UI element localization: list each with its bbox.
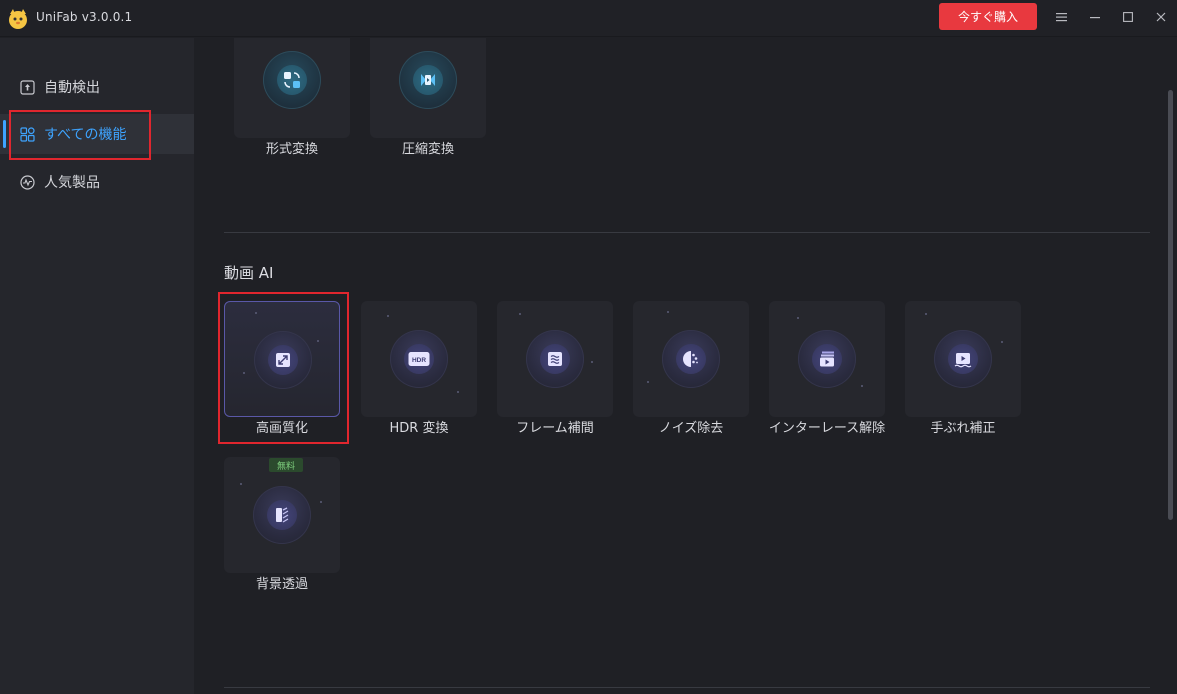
denoise-icon xyxy=(683,351,698,367)
decor-dot xyxy=(317,340,319,342)
feature-card-label: ノイズ除去 xyxy=(658,421,724,436)
app-logo-icon xyxy=(9,9,27,29)
section-title-video-ai: 動画 AI xyxy=(224,264,274,282)
decor-dot xyxy=(861,385,863,387)
feature-card-label: 形式変換 xyxy=(265,142,318,157)
feature-card-format-convert[interactable] xyxy=(234,38,350,138)
deinterlace-icon xyxy=(820,351,834,367)
card-orb xyxy=(399,51,457,109)
card-orb: HDR xyxy=(390,330,448,388)
feature-card-label: 手ぶれ補正 xyxy=(930,421,996,436)
close-icon[interactable] xyxy=(1152,8,1170,26)
hdr-icon: HDR xyxy=(408,352,430,366)
section-divider xyxy=(224,232,1150,233)
app-title: UniFab v3.0.0.1 xyxy=(36,10,133,24)
decor-dot xyxy=(240,483,242,485)
feature-card-background-removal[interactable]: 無料 xyxy=(224,457,340,573)
feature-card-deinterlace[interactable] xyxy=(769,301,885,417)
feature-card-label: インターレース解除 xyxy=(768,421,886,436)
feature-card-label: 高画質化 xyxy=(255,421,308,436)
card-orb xyxy=(253,486,311,544)
feature-card-stabilize[interactable] xyxy=(905,301,1021,417)
section-divider xyxy=(224,687,1150,688)
buy-now-button[interactable]: 今すぐ購入 xyxy=(939,3,1037,30)
upscale-icon xyxy=(276,353,290,367)
decor-dot xyxy=(1001,341,1003,343)
card-orb xyxy=(263,51,321,109)
menu-icon[interactable] xyxy=(1052,8,1070,26)
scrollbar-thumb[interactable] xyxy=(1168,90,1173,520)
decor-dot xyxy=(255,312,257,314)
decor-dot xyxy=(797,317,799,319)
card-orb xyxy=(526,330,584,388)
hdr-icon-text: HDR xyxy=(412,357,426,364)
decor-dot xyxy=(457,391,459,393)
feature-card-denoise[interactable] xyxy=(633,301,749,417)
main-content: 形式変換 圧縮変換 動画 AI 高画質化 HDR HDR 変換 フレーム補間 ノ… xyxy=(194,38,1177,694)
card-orb xyxy=(254,331,312,389)
decor-dot xyxy=(925,313,927,315)
decor-dot xyxy=(519,313,521,315)
feature-card-label: フレーム補間 xyxy=(516,421,594,436)
feature-card-label: 背景透過 xyxy=(255,577,308,592)
maximize-icon[interactable] xyxy=(1119,8,1137,26)
popular-icon xyxy=(20,174,35,190)
sidebar-item-label: 人気製品 xyxy=(44,175,100,191)
grid-icon xyxy=(20,126,35,142)
sidebar-item-label: 自動検出 xyxy=(44,80,100,96)
detect-icon xyxy=(20,79,35,95)
frame-interpolation-icon xyxy=(548,352,562,366)
card-orb xyxy=(934,330,992,388)
title-bar: UniFab v3.0.0.1 今すぐ購入 xyxy=(0,0,1177,37)
card-orb xyxy=(798,330,856,388)
decor-dot xyxy=(243,372,245,374)
feature-card-label: HDR 変換 xyxy=(389,421,449,436)
feature-card-upscale[interactable] xyxy=(224,301,340,417)
compress-icon xyxy=(421,74,435,86)
active-indicator xyxy=(3,120,6,148)
sidebar-item-label: すべての機能 xyxy=(44,127,127,143)
decor-dot xyxy=(667,311,669,313)
background-removal-icon xyxy=(276,507,289,523)
free-badge: 無料 xyxy=(269,458,303,472)
feature-card-hdr[interactable]: HDR xyxy=(361,301,477,417)
decor-dot xyxy=(320,501,322,503)
decor-dot xyxy=(387,315,389,317)
stabilize-icon xyxy=(954,353,972,368)
sidebar: 自動検出 すべての機能 人気製品 xyxy=(0,38,194,694)
minimize-icon[interactable] xyxy=(1086,8,1104,26)
sidebar-item-all-features[interactable]: すべての機能 xyxy=(0,114,194,154)
feature-card-compress[interactable] xyxy=(370,38,486,138)
decor-dot xyxy=(647,381,649,383)
card-orb xyxy=(662,330,720,388)
feature-card-frame-interpolation[interactable] xyxy=(497,301,613,417)
sidebar-item-auto-detect[interactable]: 自動検出 xyxy=(0,67,194,107)
sidebar-item-popular[interactable]: 人気製品 xyxy=(0,162,194,202)
convert-icon xyxy=(284,72,300,88)
decor-dot xyxy=(591,361,593,363)
feature-card-label: 圧縮変換 xyxy=(401,142,454,157)
